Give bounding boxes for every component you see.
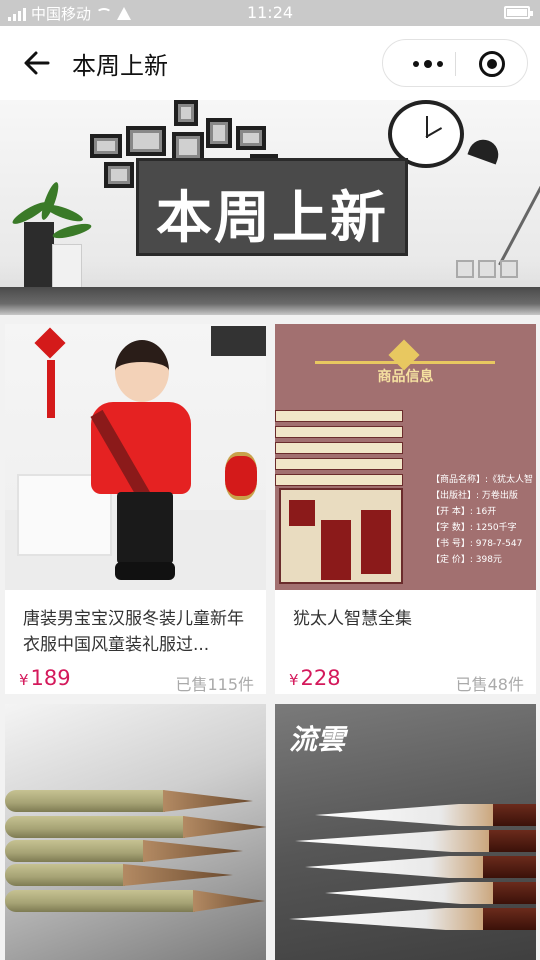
target-icon[interactable] — [479, 51, 505, 77]
leaf — [51, 220, 93, 242]
product-card[interactable]: 商品信息 【商品名称】:《犹太人智 【出版社】: 万卷出版 【开 本】: 16开… — [275, 324, 536, 694]
product-image — [5, 324, 266, 590]
chinese-knot-icon — [34, 327, 66, 359]
book-info: 【商品名称】:《犹太人智 【出版社】: 万卷出版 【开 本】: 16开 【字 数… — [431, 475, 534, 565]
product-price: ¥228 — [289, 666, 341, 690]
wall-sockets — [456, 260, 518, 278]
product-card[interactable]: 唐装男宝宝汉服冬装儿童新年衣服中国风童装礼服过... ¥189 已售115件 — [5, 324, 266, 694]
banner-floor — [0, 287, 540, 315]
ornament — [315, 342, 495, 364]
lantern-icon — [225, 452, 257, 500]
photo-frame — [126, 126, 166, 156]
product-image: 流雲 — [275, 704, 536, 960]
lamp-arm — [498, 176, 540, 266]
product-name: 唐装男宝宝汉服冬装儿童新年衣服中国风童装礼服过... — [23, 609, 244, 655]
product-card[interactable]: 流雲 — [275, 704, 536, 960]
clock-label: 11:24 — [246, 3, 294, 22]
photo-frame — [90, 134, 122, 158]
banner-title: 本周上新 — [156, 186, 388, 251]
banner[interactable]: 本周上新 — [0, 100, 540, 315]
banner-board: 本周上新 — [136, 158, 408, 256]
product-name: 犹太人智慧全集 — [293, 609, 412, 629]
photo-frame — [206, 118, 232, 148]
photo-frame — [104, 162, 134, 188]
sold-count: 已售115件 — [175, 675, 254, 694]
arrow-left-icon[interactable] — [22, 48, 52, 78]
capsule-divider — [455, 52, 456, 76]
page-title: 本周上新 — [72, 52, 168, 80]
product-image — [5, 704, 266, 960]
mini-program-capsule — [382, 39, 528, 87]
status-bar: 中国移动 11:24 — [0, 0, 540, 26]
product-price: ¥189 — [19, 666, 71, 690]
brand-logo: 流雲 — [289, 723, 346, 756]
image-heading: 商品信息 — [377, 369, 434, 385]
nav-bar: 本周上新 — [0, 26, 540, 100]
sold-count: 已售48件 — [455, 675, 524, 694]
photo-frame — [174, 100, 198, 126]
more-dots-icon[interactable] — [401, 54, 455, 74]
battery-icon — [504, 6, 533, 19]
book-box — [279, 488, 403, 584]
photo-frame — [236, 126, 266, 150]
product-card[interactable] — [5, 704, 266, 960]
lamp-icon — [467, 135, 503, 165]
product-image: 商品信息 【商品名称】:《犹太人智 【出版社】: 万卷出版 【开 本】: 16开… — [275, 324, 536, 590]
